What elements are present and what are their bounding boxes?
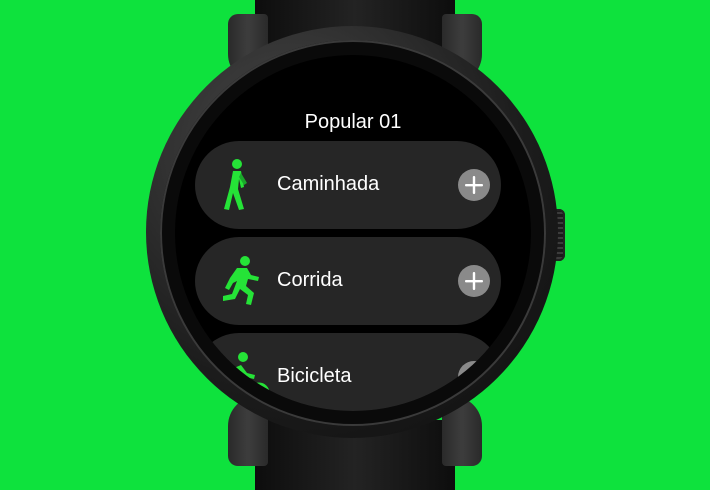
activity-card-bicicleta[interactable]: Bicicleta (195, 333, 501, 411)
screen-title: Popular 01 (304, 111, 402, 133)
activity-card-corrida[interactable]: Corrida (195, 237, 501, 325)
running-icon (217, 253, 273, 309)
cycling-icon (217, 349, 273, 405)
activity-label: Caminhada (277, 173, 380, 195)
add-button[interactable] (458, 265, 490, 297)
activity-label: Corrida (277, 269, 343, 291)
walking-icon (217, 157, 273, 213)
watch-screen: Popular 01 Caminhada Corrida Bicicleta (175, 55, 531, 411)
plus-icon (465, 272, 483, 290)
activity-card-caminhada[interactable]: Caminhada (195, 141, 501, 229)
plus-icon (465, 176, 483, 194)
add-button[interactable] (458, 169, 490, 201)
plus-icon (465, 368, 483, 386)
activity-label: Bicicleta (277, 365, 352, 387)
add-button[interactable] (458, 361, 490, 393)
